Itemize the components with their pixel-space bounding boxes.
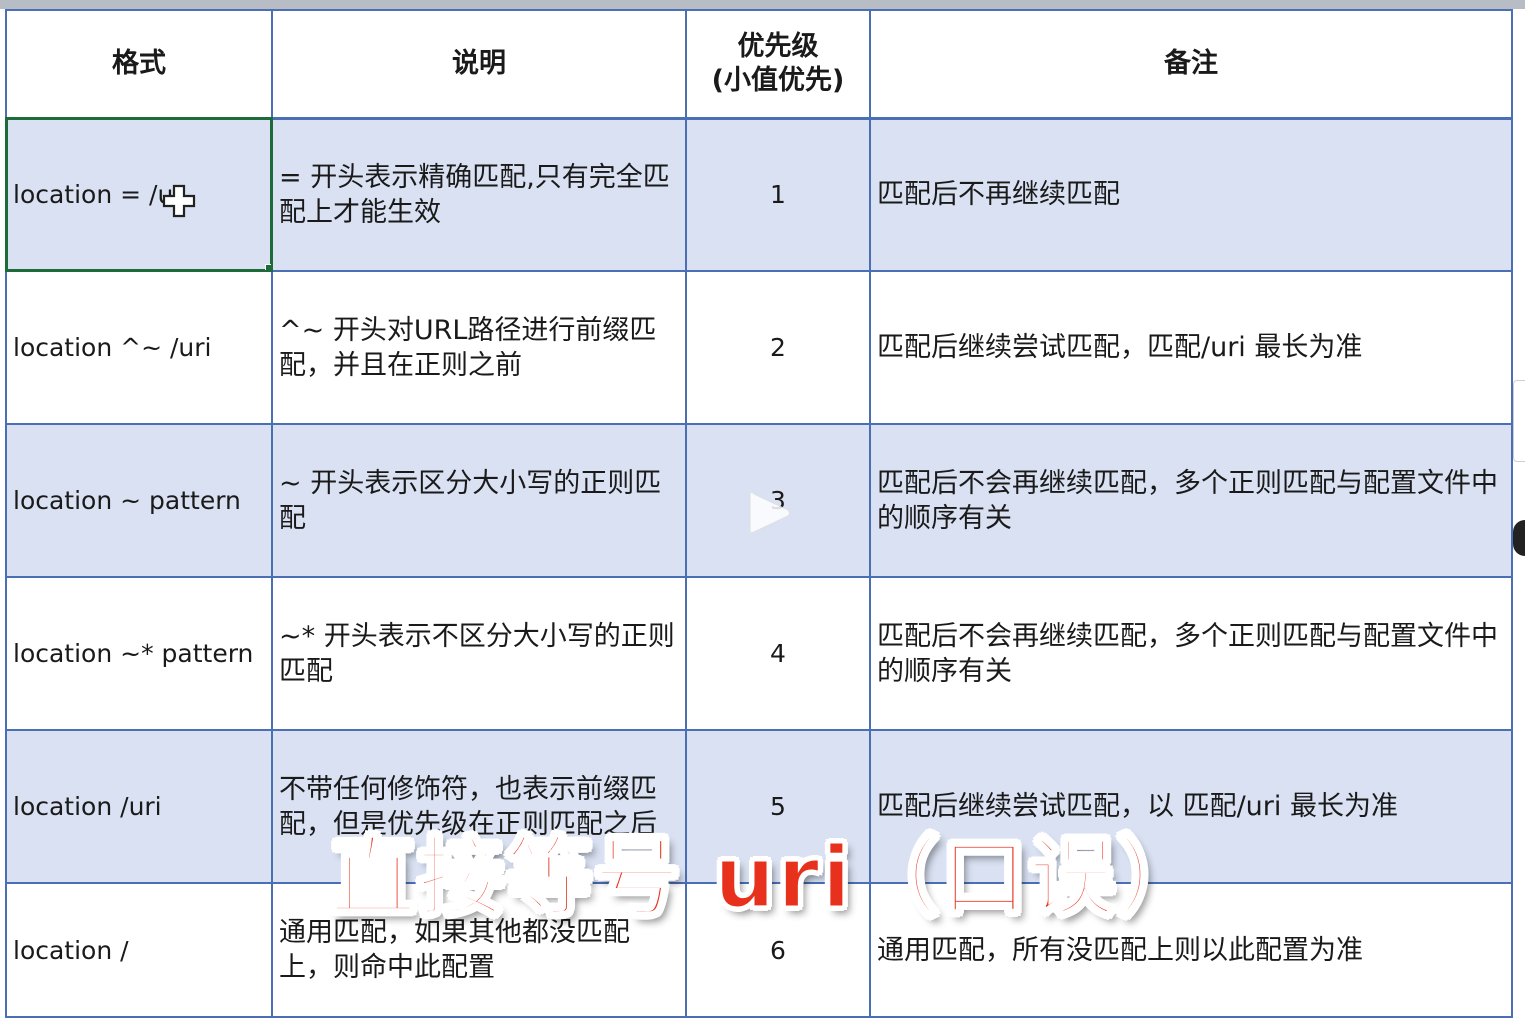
fill-handle[interactable] [265, 264, 270, 269]
header-format[interactable]: 格式 [5, 9, 273, 120]
description-text: ^~ 开头对URL路径进行前缀匹配，并且在正则之前 [279, 314, 657, 381]
header-priority-line1: 优先级 [737, 30, 819, 62]
table-row: location ^~ /uri ^~ 开头对URL路径进行前缀匹配，并且在正则… [5, 270, 1513, 425]
play-icon[interactable] [746, 488, 792, 538]
video-caption: 直接等号 uri（口误） [329, 827, 1206, 930]
note-text: 匹配后不会再继续匹配，多个正则匹配与配置文件中的顺序有关 [877, 467, 1498, 534]
format-cell[interactable]: location ^~ /uri [5, 270, 273, 425]
note-cell[interactable]: 匹配后不会再继续匹配，多个正则匹配与配置文件中的顺序有关 [869, 576, 1513, 731]
priority-cell[interactable]: 1 [685, 117, 871, 272]
format-cell[interactable]: location / [5, 882, 273, 1018]
note-text: 匹配后不会再继续匹配，多个正则匹配与配置文件中的顺序有关 [877, 620, 1498, 687]
window-top-bar [0, 0, 1525, 9]
description-cell[interactable]: ~ 开头表示区分大小写的正则匹配 [271, 423, 687, 578]
description-text: = 开头表示精确匹配,只有完全匹配上才能生效 [279, 161, 670, 228]
priority-text: 1 [770, 180, 786, 210]
note-text: 通用匹配，所有没匹配上则以此配置为准 [877, 934, 1363, 966]
side-handle[interactable] [1513, 380, 1525, 462]
note-text: 匹配后不再继续匹配 [877, 179, 1120, 211]
header-priority[interactable]: 优先级 (小值优先) [685, 9, 871, 120]
priority-cell[interactable]: 4 [685, 576, 871, 731]
format-cell[interactable]: location ~ pattern [5, 423, 273, 578]
priority-text: 2 [770, 333, 786, 362]
description-cell[interactable]: ~* 开头表示不区分大小写的正则匹配 [271, 576, 687, 731]
header-row: 格式 说明 优先级 (小值优先) 备注 [5, 9, 1513, 120]
note-cell[interactable]: 匹配后继续尝试匹配，匹配/uri 最长为准 [869, 270, 1513, 425]
format-cell[interactable]: location = /u [5, 117, 273, 272]
description-cell[interactable]: ^~ 开头对URL路径进行前缀匹配，并且在正则之前 [271, 270, 687, 425]
format-cell[interactable]: location /uri [5, 729, 273, 884]
table-row: location = /u = 开头表示精确匹配,只有完全匹配上才能生效 1 匹… [5, 117, 1513, 272]
header-description[interactable]: 说明 [271, 9, 687, 120]
format-text: location / [13, 935, 129, 965]
format-text: location /uri [13, 792, 162, 821]
note-cell[interactable]: 匹配后不会再继续匹配，多个正则匹配与配置文件中的顺序有关 [869, 423, 1513, 578]
table-row: location ~* pattern ~* 开头表示不区分大小写的正则匹配 4… [5, 576, 1513, 731]
format-text: location ~* pattern [13, 639, 254, 668]
priority-text: 5 [770, 792, 786, 821]
priority-text: 4 [770, 639, 786, 668]
format-cell[interactable]: location ~* pattern [5, 576, 273, 731]
format-text: location ^~ /uri [13, 333, 212, 362]
format-text: location ~ pattern [13, 486, 241, 515]
note-text: 匹配后继续尝试匹配，匹配/uri 最长为准 [877, 332, 1363, 363]
format-text: location = /u [13, 180, 174, 210]
cell-select-cursor-icon [162, 184, 196, 218]
header-note[interactable]: 备注 [869, 9, 1513, 120]
priority-cell[interactable]: 2 [685, 270, 871, 425]
description-text: ~* 开头表示不区分大小写的正则匹配 [279, 620, 675, 687]
header-priority-line2: (小值优先) [711, 64, 845, 96]
side-dot-control[interactable] [1513, 520, 1525, 556]
note-cell[interactable]: 匹配后不再继续匹配 [869, 117, 1513, 272]
priority-text: 6 [770, 935, 786, 965]
description-text: ~ 开头表示区分大小写的正则匹配 [279, 467, 662, 534]
description-cell[interactable]: = 开头表示精确匹配,只有完全匹配上才能生效 [271, 117, 687, 272]
